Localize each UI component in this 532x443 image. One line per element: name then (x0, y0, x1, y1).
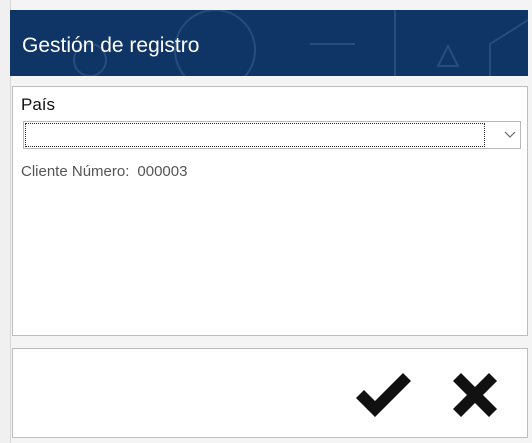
action-panel (12, 348, 528, 438)
header-banner: Gestión de registro (10, 10, 528, 76)
client-number-row: Cliente Número: 000003 (21, 163, 187, 180)
country-select-focus (25, 123, 485, 147)
accept-button[interactable] (353, 365, 413, 425)
form-panel: País Cliente Número: 000003 (12, 86, 528, 336)
client-number-value: 000003 (137, 163, 188, 180)
client-number-label: Cliente Número: (21, 163, 130, 180)
country-select[interactable] (23, 121, 521, 149)
chevron-down-icon[interactable] (500, 122, 520, 148)
cancel-button[interactable] (445, 365, 505, 425)
checkmark-icon (356, 373, 411, 417)
page-title: Gestión de registro (22, 34, 200, 57)
close-icon (453, 373, 497, 417)
country-label: País (21, 95, 56, 114)
